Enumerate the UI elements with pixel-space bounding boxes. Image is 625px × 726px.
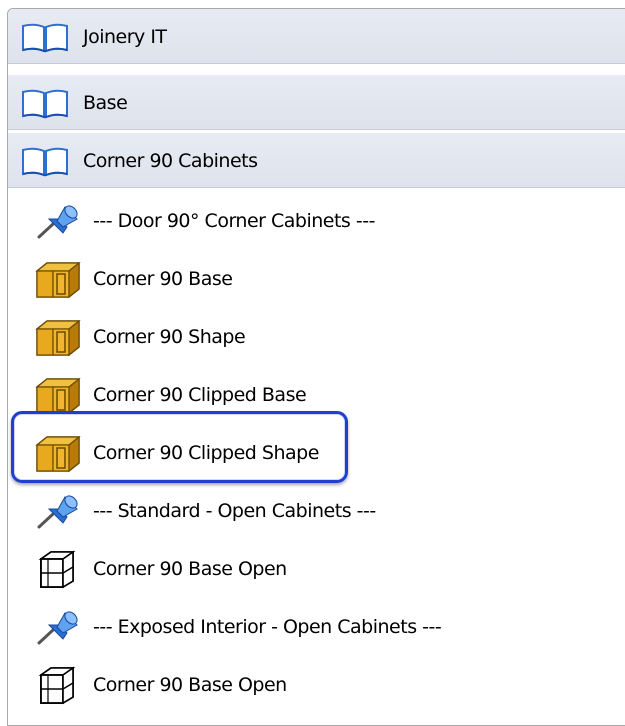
list-item-corner-90-base[interactable]: Corner 90 Base bbox=[8, 250, 625, 308]
item-label: Corner 90 Shape bbox=[93, 326, 246, 348]
group-header-base[interactable]: Base bbox=[8, 75, 625, 131]
door-cabinet-icon bbox=[33, 259, 83, 299]
divider bbox=[8, 187, 625, 188]
door-cabinet-icon bbox=[33, 317, 83, 357]
open-cabinet-icon bbox=[33, 549, 83, 589]
list-item-corner-90-clipped-base[interactable]: Corner 90 Clipped Base bbox=[8, 366, 625, 424]
pushpin-icon bbox=[33, 491, 83, 531]
item-label: --- Exposed Interior - Open Cabinets --- bbox=[93, 616, 442, 638]
door-cabinet-icon bbox=[33, 433, 83, 473]
door-cabinet-icon bbox=[33, 375, 83, 415]
list-item-corner-90-shape[interactable]: Corner 90 Shape bbox=[8, 308, 625, 366]
item-label: --- Standard - Open Cabinets --- bbox=[93, 500, 376, 522]
open-cabinet-icon bbox=[33, 665, 83, 705]
item-label: --- Door 90° Corner Cabinets --- bbox=[93, 210, 375, 232]
library-panel: Joinery IT Base Corner 90 Cabinets --- D… bbox=[7, 8, 625, 726]
list-item-exposed-interior-open-cabinets-header[interactable]: --- Exposed Interior - Open Cabinets --- bbox=[8, 598, 625, 656]
item-label: Corner 90 Base bbox=[93, 268, 233, 290]
book-icon bbox=[20, 89, 70, 119]
divider bbox=[8, 63, 625, 64]
list-item-corner-90-base-open[interactable]: Corner 90 Base Open bbox=[8, 540, 625, 598]
group-label: Corner 90 Cabinets bbox=[83, 150, 258, 172]
pushpin-icon bbox=[33, 607, 83, 647]
list-item-standard-open-cabinets-header[interactable]: --- Standard - Open Cabinets --- bbox=[8, 482, 625, 540]
item-label: Corner 90 Base Open bbox=[93, 558, 287, 580]
divider bbox=[8, 129, 625, 130]
book-icon bbox=[20, 147, 70, 177]
pushpin-icon bbox=[33, 201, 83, 241]
item-label: Corner 90 Clipped Shape bbox=[93, 442, 319, 464]
list-item-corner-90-clipped-shape[interactable]: Corner 90 Clipped Shape bbox=[8, 424, 625, 482]
list-item-door-90-corner-cabinets-header[interactable]: --- Door 90° Corner Cabinets --- bbox=[8, 192, 625, 250]
group-header-corner-90-cabinets[interactable]: Corner 90 Cabinets bbox=[8, 133, 625, 189]
item-label: Corner 90 Clipped Base bbox=[93, 384, 307, 406]
item-label: Corner 90 Base Open bbox=[93, 674, 287, 696]
group-label: Joinery IT bbox=[83, 26, 167, 48]
group-header-joinery-it[interactable]: Joinery IT bbox=[8, 9, 625, 65]
list-item-corner-90-base-open-2[interactable]: Corner 90 Base Open bbox=[8, 656, 625, 714]
book-icon bbox=[20, 23, 70, 53]
group-label: Base bbox=[83, 92, 128, 114]
